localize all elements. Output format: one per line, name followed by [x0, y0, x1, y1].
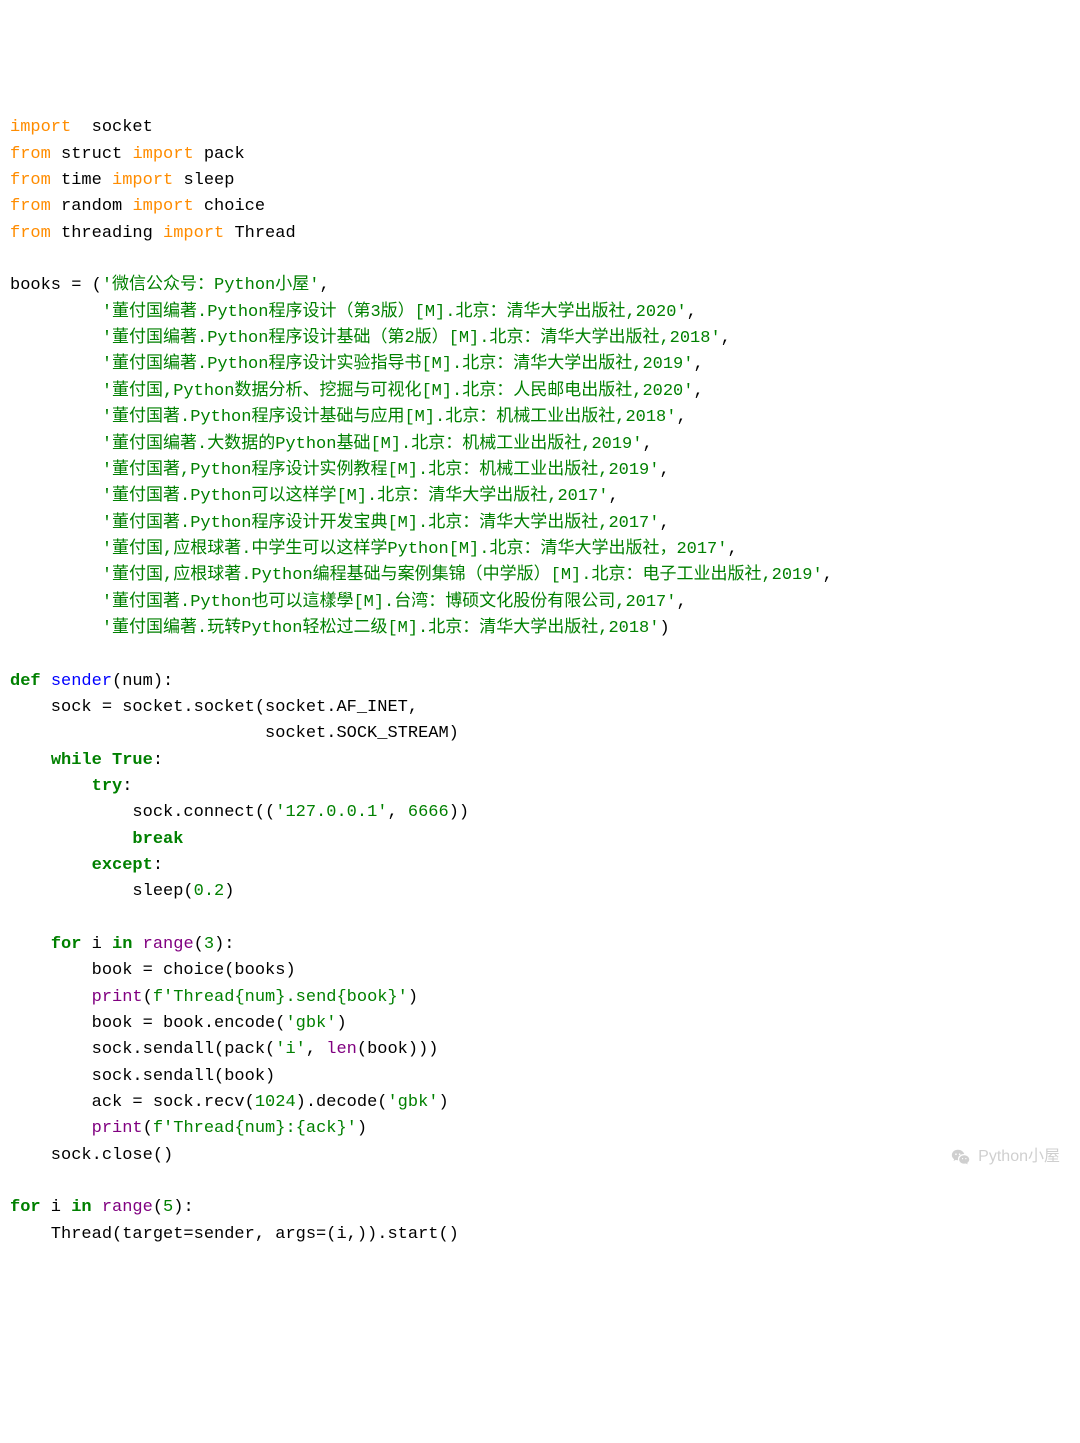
code-line: '董付国著.Python程序设计基础与应用[M].北京：机械工业出版社,2018…: [10, 405, 1070, 431]
code-token: from: [10, 171, 51, 190]
code-line: '董付国编著.大数据的Python基础[M].北京：机械工业出版社,2019',: [10, 432, 1070, 458]
code-token: print: [92, 1119, 143, 1138]
code-token: '董付国编著.Python程序设计基础（第2版）[M].北京：清华大学出版社,2…: [102, 329, 721, 348]
code-line: sock.close(): [10, 1143, 1070, 1169]
code-token: True: [112, 751, 153, 770]
code-token: sender: [51, 672, 112, 691]
code-token: import: [132, 197, 193, 216]
code-block: import socketfrom struct import packfrom…: [10, 115, 1070, 1248]
code-token: '董付国著.Python程序设计基础与应用[M].北京：机械工业出版社,2018…: [102, 408, 677, 427]
code-line: [10, 906, 1070, 932]
code-token: '董付国编著.Python程序设计实验指导书[M].北京：清华大学出版社,201…: [102, 355, 694, 374]
code-line: '董付国著.Python可以这样学[M].北京：清华大学出版社,2017',: [10, 484, 1070, 510]
watermark-text: Python小屋: [978, 1145, 1060, 1170]
code-line: except:: [10, 853, 1070, 879]
code-token: import: [132, 145, 193, 164]
code-line: sock = socket.socket(socket.AF_INET,: [10, 695, 1070, 721]
code-line: books = ('微信公众号：Python小屋',: [10, 273, 1070, 299]
code-line: '董付国著.Python也可以這樣學[M].台湾：博硕文化股份有限公司,2017…: [10, 590, 1070, 616]
code-token: '董付国,应根球著.Python编程基础与案例集锦（中学版）[M].北京：电子工…: [102, 566, 823, 585]
code-token: def: [10, 672, 41, 691]
code-token: '127.0.0.1': [275, 803, 387, 822]
code-token: '董付国编著.大数据的Python基础[M].北京：机械工业出版社,2019': [102, 435, 643, 454]
code-token: 1024: [255, 1093, 296, 1112]
code-token: 'gbk': [285, 1014, 336, 1033]
code-line: print(f'Thread{num}.send{book}'): [10, 985, 1070, 1011]
code-token: import: [112, 171, 173, 190]
code-line: sock.sendall(book): [10, 1064, 1070, 1090]
code-token: 5: [163, 1198, 173, 1217]
code-token: len: [326, 1040, 357, 1059]
code-line: def sender(num):: [10, 669, 1070, 695]
code-line: for i in range(5):: [10, 1195, 1070, 1221]
code-token: except: [92, 856, 153, 875]
code-token: in: [71, 1198, 91, 1217]
code-token: '微信公众号：Python小屋': [102, 276, 320, 295]
code-line: book = choice(books): [10, 958, 1070, 984]
code-line: sock.connect(('127.0.0.1', 6666)): [10, 800, 1070, 826]
code-line: [10, 642, 1070, 668]
code-token: from: [10, 224, 51, 243]
code-line: from time import sleep: [10, 168, 1070, 194]
code-token: print: [92, 988, 143, 1007]
code-token: f'Thread{num}:{ack}': [153, 1119, 357, 1138]
code-line: from random import choice: [10, 194, 1070, 220]
code-token: '董付国著,Python程序设计实例教程[M].北京：机械工业出版社,2019': [102, 461, 660, 480]
code-line: import socket: [10, 115, 1070, 141]
code-line: book = book.encode('gbk'): [10, 1011, 1070, 1037]
code-token: '董付国,应根球著.中学生可以这样学Python[M].北京：清华大学出版社，2…: [102, 540, 728, 559]
code-line: try:: [10, 774, 1070, 800]
code-line: from struct import pack: [10, 142, 1070, 168]
code-line: for i in range(3):: [10, 932, 1070, 958]
code-token: import: [163, 224, 224, 243]
code-token: range: [143, 935, 194, 954]
code-token: try: [92, 777, 123, 796]
code-line: sleep(0.2): [10, 879, 1070, 905]
code-token: '董付国著.Python程序设计开发宝典[M].北京：清华大学出版社,2017': [102, 514, 660, 533]
code-token: '董付国,Python数据分析、挖掘与可视化[M].北京：人民邮电出版社,202…: [102, 382, 694, 401]
code-line: '董付国著,Python程序设计实例教程[M].北京：机械工业出版社,2019'…: [10, 458, 1070, 484]
code-token: from: [10, 145, 51, 164]
code-token: 'gbk': [387, 1093, 438, 1112]
code-token: for: [10, 1198, 41, 1217]
code-line: '董付国编著.玩转Python轻松过二级[M].北京：清华大学出版社,2018'…: [10, 616, 1070, 642]
code-token: '董付国编著.玩转Python轻松过二级[M].北京：清华大学出版社,2018': [102, 619, 660, 638]
code-token: '董付国著.Python也可以這樣學[M].台湾：博硕文化股份有限公司,2017…: [102, 593, 677, 612]
code-token: 6666: [408, 803, 449, 822]
code-line: '董付国,应根球著.中学生可以这样学Python[M].北京：清华大学出版社，2…: [10, 537, 1070, 563]
code-line: '董付国著.Python程序设计开发宝典[M].北京：清华大学出版社,2017'…: [10, 511, 1070, 537]
code-token: '董付国编著.Python程序设计（第3版）[M].北京：清华大学出版社,202…: [102, 303, 687, 322]
code-line: [10, 247, 1070, 273]
code-token: 0.2: [194, 882, 225, 901]
code-line: Thread(target=sender, args=(i,)).start(): [10, 1222, 1070, 1248]
code-line: '董付国编著.Python程序设计（第3版）[M].北京：清华大学出版社,202…: [10, 300, 1070, 326]
code-line: while True:: [10, 748, 1070, 774]
code-line: sock.sendall(pack('i', len(book))): [10, 1037, 1070, 1063]
code-token: '董付国著.Python可以这样学[M].北京：清华大学出版社,2017': [102, 487, 609, 506]
code-token: range: [102, 1198, 153, 1217]
code-token: while: [51, 751, 102, 770]
code-token: import: [10, 118, 71, 137]
code-line: ack = sock.recv(1024).decode('gbk'): [10, 1090, 1070, 1116]
code-line: '董付国,应根球著.Python编程基础与案例集锦（中学版）[M].北京：电子工…: [10, 563, 1070, 589]
code-token: break: [132, 830, 183, 849]
code-line: '董付国编著.Python程序设计基础（第2版）[M].北京：清华大学出版社,2…: [10, 326, 1070, 352]
code-token: 3: [204, 935, 214, 954]
code-token: in: [112, 935, 132, 954]
code-line: from threading import Thread: [10, 221, 1070, 247]
code-token: for: [51, 935, 82, 954]
code-line: socket.SOCK_STREAM): [10, 721, 1070, 747]
code-line: print(f'Thread{num}:{ack}'): [10, 1116, 1070, 1142]
wechat-icon: [950, 1147, 972, 1169]
code-line: '董付国编著.Python程序设计实验指导书[M].北京：清华大学出版社,201…: [10, 352, 1070, 378]
code-line: break: [10, 827, 1070, 853]
watermark: Python小屋: [950, 1145, 1060, 1170]
code-token: 'i': [275, 1040, 306, 1059]
code-line: [10, 1169, 1070, 1195]
code-token: f'Thread{num}.send{book}': [153, 988, 408, 1007]
code-token: from: [10, 197, 51, 216]
code-line: '董付国,Python数据分析、挖掘与可视化[M].北京：人民邮电出版社,202…: [10, 379, 1070, 405]
